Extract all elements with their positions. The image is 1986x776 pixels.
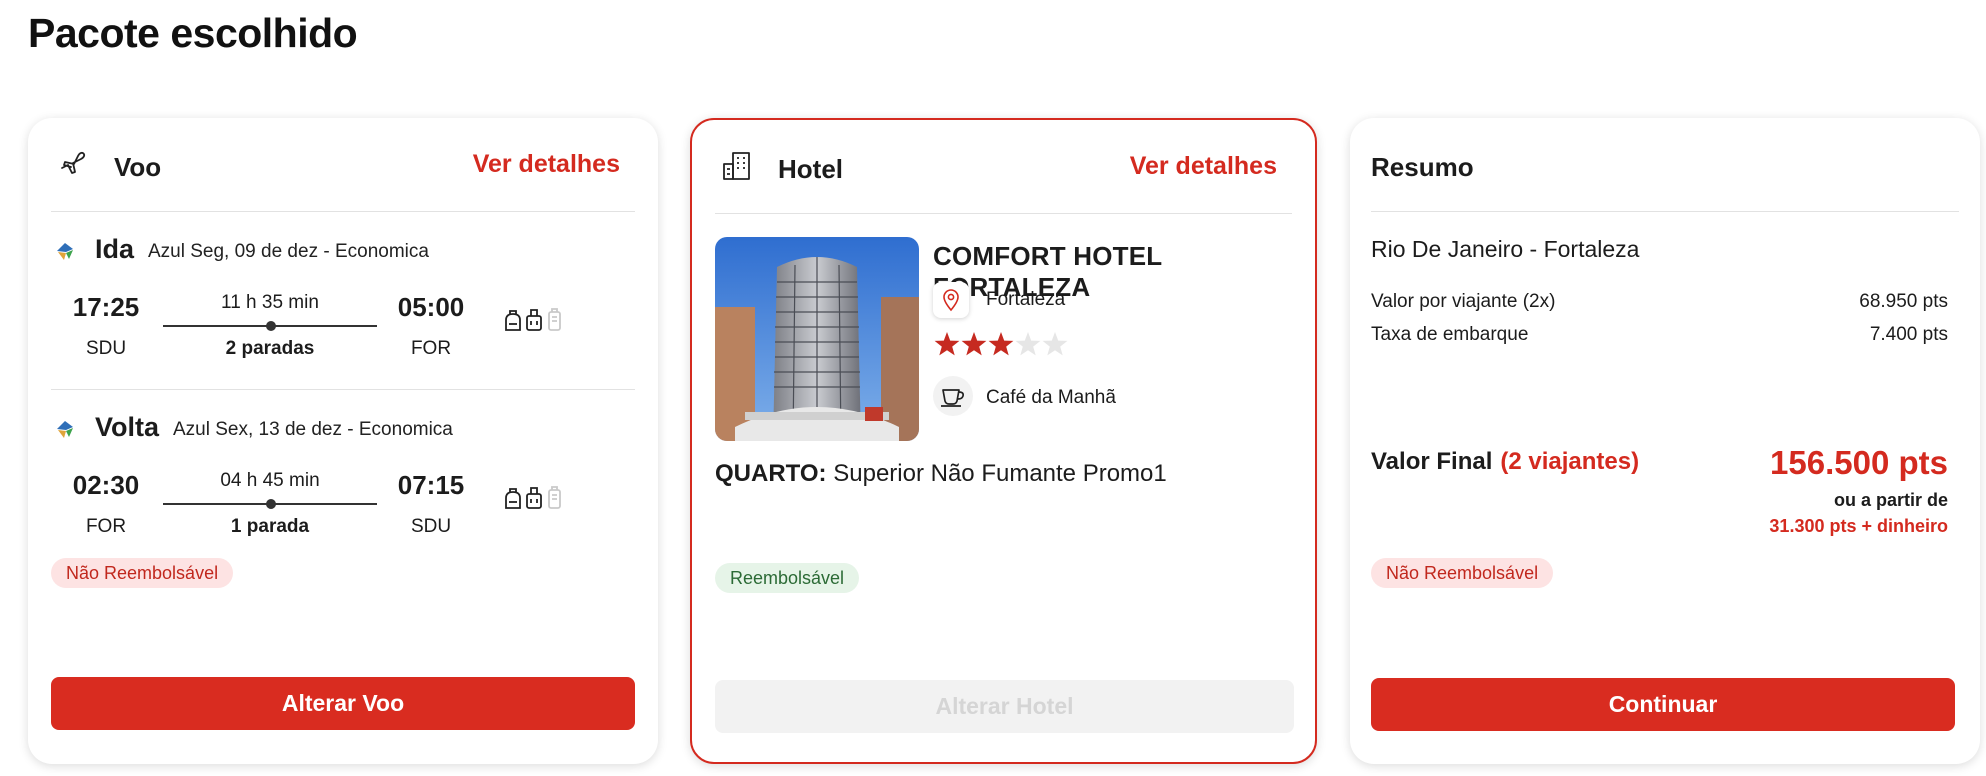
leg-info: Azul Seg, 09 de dez - Economica xyxy=(148,241,429,262)
leg-name: Volta xyxy=(95,412,160,442)
page-title: Pacote escolhido xyxy=(28,10,358,56)
hotel-card-title: Hotel xyxy=(778,154,843,184)
summary-row: Valor por viajante (2x) 68.950 pts xyxy=(1371,291,1948,313)
stops-count: 2 paradas xyxy=(225,338,315,359)
departure-airport: SDU xyxy=(85,338,127,359)
flight-timeline xyxy=(163,321,377,331)
arrival-time: 07:15 xyxy=(397,470,465,500)
amenity-badge xyxy=(933,376,973,416)
map-pin-icon xyxy=(943,289,959,312)
refund-badge: Não Reembolsável xyxy=(51,558,234,588)
hotel-card-header: Hotel Ver detalhes xyxy=(715,120,1292,214)
star-icon xyxy=(988,332,1014,356)
stop-dot xyxy=(266,321,276,331)
departure-airport: FOR xyxy=(85,516,127,537)
stops-count: 1 parada xyxy=(230,516,310,537)
hotel-card: Hotel Ver detalhes COMFORT HOTEL FORTALE… xyxy=(690,118,1317,764)
flight-card-title: Voo xyxy=(114,152,162,182)
flight-duration: 11 h 35 min xyxy=(221,292,319,313)
star-icon xyxy=(1042,332,1068,356)
airline-logo xyxy=(57,421,73,438)
summary-row: Taxa de embarque 7.400 pts xyxy=(1371,324,1948,346)
summary-row-label: Taxa de embarque xyxy=(1371,324,1529,345)
leg-name: Ida xyxy=(95,234,135,264)
leg-info: Azul Sex, 13 de dez - Economica xyxy=(173,419,453,440)
carry-on-icon xyxy=(526,487,542,509)
summary-row-value: 7.400 pts xyxy=(1869,324,1948,345)
carry-on-icon xyxy=(526,309,542,331)
airline-logo xyxy=(57,243,73,260)
star-rating xyxy=(934,332,1068,356)
hotel-details-link[interactable]: Ver detalhes xyxy=(1130,152,1277,181)
refund-badge: Não Reembolsável xyxy=(1371,558,1554,588)
backpack-icon xyxy=(505,310,521,331)
arrival-time: 05:00 xyxy=(397,292,465,322)
building-icon xyxy=(723,152,750,180)
stop-dot xyxy=(266,499,276,509)
arrival-airport: SDU xyxy=(410,516,452,537)
flight-duration: 04 h 45 min xyxy=(220,470,320,491)
refund-badge: Reembolsável xyxy=(715,563,860,593)
baggage-icons xyxy=(505,308,561,331)
room-info: QUARTO: Superior Não Fumante Promo1 xyxy=(715,460,1167,488)
summary-card-header: Resumo xyxy=(1371,118,1959,212)
flight-leg-outbound: Ida Azul Seg, 09 de dez - Economica 17:2… xyxy=(51,212,635,390)
flight-card-header: Voo Ver detalhes xyxy=(51,118,635,212)
star-icon xyxy=(934,332,960,356)
arrival-airport: FOR xyxy=(410,338,452,359)
final-value-label: Valor Final (2 viajantes) xyxy=(1371,448,1639,476)
amenity-label: Café da Manhã xyxy=(986,387,1116,408)
flight-timeline xyxy=(163,499,377,509)
hotel-photo[interactable] xyxy=(715,237,919,441)
room-label: QUARTO: xyxy=(715,460,827,487)
final-label-text: Valor Final xyxy=(1371,448,1493,475)
trip-route: Rio De Janeiro - Fortaleza xyxy=(1371,236,1640,262)
airplane-icon xyxy=(61,151,86,174)
location-badge xyxy=(933,282,969,318)
final-value: 156.500 pts xyxy=(1770,444,1948,481)
checked-bag-icon xyxy=(548,486,561,509)
summary-row-value: 68.950 pts xyxy=(1859,291,1948,312)
checked-bag-icon xyxy=(548,308,561,331)
alternative-price-value: 31.300 pts + dinheiro xyxy=(1769,516,1948,536)
change-flight-button[interactable]: Alterar Voo xyxy=(51,677,635,730)
coffee-cup-icon xyxy=(941,389,965,407)
travelers-count: (2 viajantes) xyxy=(1500,448,1640,475)
summary-row-label: Valor por viajante (2x) xyxy=(1371,291,1556,312)
departure-time: 02:30 xyxy=(72,470,140,500)
flight-details-link[interactable]: Ver detalhes xyxy=(473,150,620,179)
backpack-icon xyxy=(505,488,521,509)
summary-card-title: Resumo xyxy=(1371,152,1474,182)
alternative-price-label: ou a partir de xyxy=(1833,490,1948,510)
summary-card: Resumo Rio De Janeiro - Fortaleza Valor … xyxy=(1350,118,1980,764)
baggage-icons xyxy=(505,486,561,509)
star-icon xyxy=(961,332,987,356)
flight-leg-return: Volta Azul Sex, 13 de dez - Economica 02… xyxy=(51,390,635,568)
room-value: Superior Não Fumante Promo1 xyxy=(833,460,1167,487)
star-icon xyxy=(1015,332,1041,356)
hotel-photo-image xyxy=(715,237,919,441)
change-hotel-button[interactable]: Alterar Hotel xyxy=(715,680,1294,733)
departure-time: 17:25 xyxy=(72,292,140,322)
continue-button[interactable]: Continuar xyxy=(1371,678,1955,731)
hotel-city: Fortaleza xyxy=(986,289,1066,310)
flight-card: Voo Ver detalhes Ida Azul Seg, 09 de dez… xyxy=(28,118,658,764)
